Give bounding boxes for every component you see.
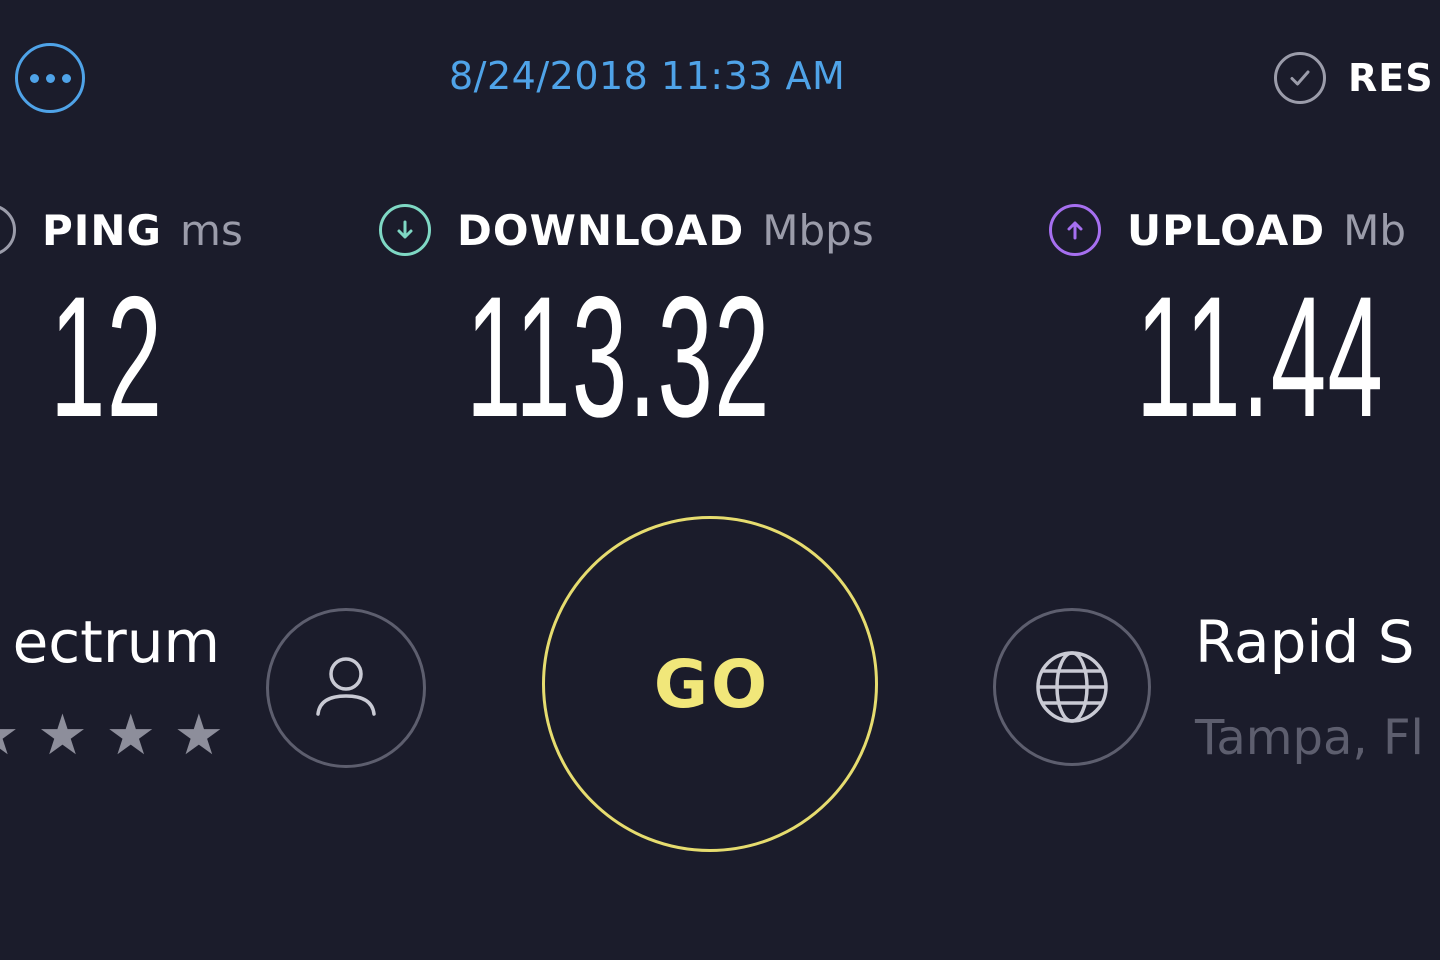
dot xyxy=(45,73,55,83)
server-name: Rapid S xyxy=(1195,608,1415,676)
globe-icon xyxy=(1036,651,1108,723)
test-timestamp: 8/24/2018 11:33 AM xyxy=(449,54,846,98)
dot xyxy=(61,73,71,83)
ping-value: 12 xyxy=(50,261,164,453)
user-icon xyxy=(316,657,376,716)
go-label: GO xyxy=(653,645,771,723)
upload-arrow-icon xyxy=(1049,204,1101,256)
upload-header: UPLOAD Mb xyxy=(1049,204,1406,256)
download-arrow-icon xyxy=(379,204,431,256)
check-circle-icon xyxy=(1274,52,1326,104)
download-header: DOWNLOAD Mbps xyxy=(379,204,874,256)
isp-rating[interactable]: ★ ★ ★ ★ xyxy=(0,708,224,764)
change-provider-button[interactable] xyxy=(266,608,426,768)
download-value: 113.32 xyxy=(466,261,771,453)
download-label: DOWNLOAD xyxy=(457,205,745,255)
dot xyxy=(29,73,39,83)
results-label: RES xyxy=(1348,56,1434,100)
go-button[interactable]: GO xyxy=(542,516,878,852)
star-icon[interactable]: ★ xyxy=(106,708,156,764)
ping-header: PING ms xyxy=(0,204,243,256)
change-server-button[interactable] xyxy=(993,608,1151,766)
upload-value: 11.44 xyxy=(1136,261,1385,453)
more-dots-icon[interactable] xyxy=(15,43,85,113)
upload-label: UPLOAD xyxy=(1127,205,1326,255)
isp-name: ectrum xyxy=(12,608,220,676)
star-icon[interactable]: ★ xyxy=(37,708,87,764)
upload-unit: Mb xyxy=(1343,205,1407,255)
ping-unit: ms xyxy=(180,205,243,255)
speedtest-result-screen: 8/24/2018 11:33 AM RES PING ms 12 DOWNLO… xyxy=(0,0,1440,960)
results-button[interactable]: RES xyxy=(1274,52,1434,104)
server-location: Tampa, Fl xyxy=(1195,710,1424,766)
download-unit: Mbps xyxy=(762,205,874,255)
ping-icon xyxy=(0,204,16,256)
ping-label: PING xyxy=(42,205,163,255)
star-icon[interactable]: ★ xyxy=(0,708,19,764)
star-icon[interactable]: ★ xyxy=(174,708,224,764)
